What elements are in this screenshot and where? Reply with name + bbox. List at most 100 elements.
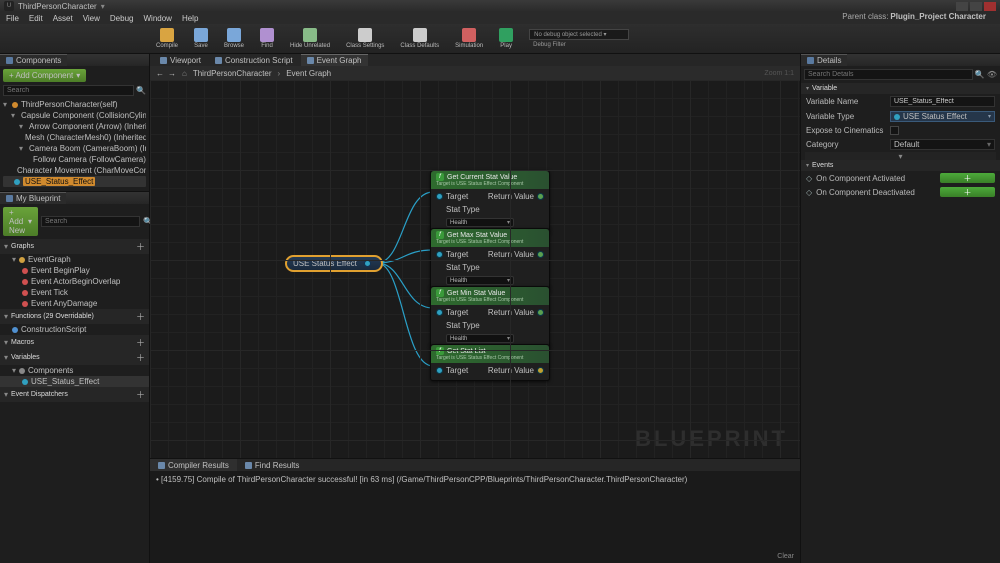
output-pin[interactable]: [537, 367, 544, 374]
output-pin[interactable]: [364, 260, 371, 267]
clear-button[interactable]: Clear: [777, 553, 794, 560]
output-pin[interactable]: [537, 251, 544, 258]
expose-cinematics-checkbox[interactable]: [890, 126, 899, 135]
add-event-button[interactable]: ＋: [940, 173, 995, 183]
menu-help[interactable]: Help: [182, 14, 198, 23]
compile-button[interactable]: Compile: [150, 27, 184, 50]
function-node[interactable]: Get Min Stat ValueTarget is USE Status E…: [430, 286, 550, 349]
function-node[interactable]: Get Stat ListTarget is USE Status Effect…: [430, 344, 550, 381]
search-icon[interactable]: 🔍: [975, 70, 985, 80]
bp-item[interactable]: Event AnyDamage: [0, 298, 149, 309]
mode-tab-construction-script[interactable]: Construction Script: [209, 54, 299, 66]
event-icon: ◇: [806, 188, 812, 197]
components-panel-tab[interactable]: Components: [0, 54, 149, 66]
menu-asset[interactable]: Asset: [53, 14, 73, 23]
output-pin[interactable]: [537, 309, 544, 316]
maximize-button[interactable]: [970, 2, 982, 11]
bp-item[interactable]: ▾Components: [0, 365, 149, 376]
menu-edit[interactable]: Edit: [29, 14, 43, 23]
expand-divider[interactable]: ▾: [805, 152, 996, 160]
breadcrumb-item[interactable]: Event Graph: [286, 69, 331, 78]
nav-back-button[interactable]: ←: [156, 69, 164, 78]
hide-unrelated-button[interactable]: Hide Unrelated: [284, 27, 336, 50]
enum-select[interactable]: Health: [446, 334, 514, 343]
chevron-down-icon: ▾: [28, 217, 32, 226]
output-pin[interactable]: [537, 193, 544, 200]
add-icon[interactable]: ＋: [136, 240, 145, 253]
variable-name-input[interactable]: [890, 96, 995, 107]
input-pin[interactable]: [436, 193, 443, 200]
nav-forward-button[interactable]: →: [168, 69, 176, 78]
enum-select[interactable]: Health: [446, 218, 514, 227]
component-tree-item[interactable]: ▾Capsule Component (CollisionCylinder) (…: [3, 110, 146, 121]
debug-object-select[interactable]: No debug object selected ▾: [529, 29, 629, 40]
menu-view[interactable]: View: [83, 14, 100, 23]
close-button[interactable]: [984, 2, 996, 11]
simulation-button[interactable]: Simulation: [449, 27, 489, 50]
bp-section-event[interactable]: ▾Event Dispatchers＋: [0, 387, 149, 402]
variable-type-select[interactable]: USE Status Effect: [890, 111, 995, 122]
details-category-variable[interactable]: Variable: [801, 83, 1000, 94]
component-tree-item[interactable]: USE_Status_Effect: [3, 176, 146, 187]
breadcrumb-item[interactable]: ThirdPersonCharacter: [193, 69, 272, 78]
my-blueprint-tab[interactable]: My Blueprint: [0, 192, 149, 204]
input-pin[interactable]: [436, 251, 443, 258]
save-button[interactable]: Save: [188, 27, 214, 50]
component-tree-item[interactable]: Character Movement (CharMoveComp) (Inher…: [3, 165, 146, 176]
results-tab-find-results[interactable]: Find Results: [237, 459, 307, 471]
component-tree-item[interactable]: Mesh (CharacterMesh0) (Inherited): [3, 132, 146, 143]
input-pin[interactable]: [436, 367, 443, 374]
search-icon[interactable]: 🔍: [136, 86, 146, 96]
find-button[interactable]: Find: [254, 27, 280, 50]
function-node[interactable]: Get Max Stat ValueTarget is USE Status E…: [430, 228, 550, 291]
component-tree-item[interactable]: ▾Arrow Component (Arrow) (Inherited): [3, 121, 146, 132]
details-panel-tab[interactable]: Details: [801, 54, 1000, 66]
bp-item[interactable]: ▾EventGraph: [0, 254, 149, 265]
function-node[interactable]: Get Current Stat ValueTarget is USE Stat…: [430, 170, 550, 233]
add-icon[interactable]: ＋: [136, 351, 145, 364]
bp-section-functions[interactable]: ▾Functions (29 Overridable)＋: [0, 309, 149, 324]
menu-window[interactable]: Window: [143, 14, 171, 23]
components-search-input[interactable]: [3, 85, 134, 96]
component-tree-item[interactable]: Follow Camera (FollowCamera) (Inherited): [3, 154, 146, 165]
menu-debug[interactable]: Debug: [110, 14, 134, 23]
bp-item[interactable]: USE_Status_Effect: [0, 376, 149, 387]
add-component-button[interactable]: + Add Component ▾: [3, 69, 86, 82]
details-search-input[interactable]: [804, 69, 973, 80]
blueprint-search-input[interactable]: [41, 216, 140, 227]
view-options-icon[interactable]: 👁: [987, 70, 997, 79]
variable-node[interactable]: USE Status Effect: [285, 255, 383, 272]
debug-filter-label: Debug Filter: [529, 41, 629, 49]
mode-tab-viewport[interactable]: Viewport: [154, 54, 207, 66]
component-tree-item[interactable]: ▾ThirdPersonCharacter(self): [3, 99, 146, 110]
browse-button[interactable]: Browse: [218, 27, 250, 50]
play-button[interactable]: Play: [493, 27, 519, 50]
component-tree-item[interactable]: ▾Camera Boom (CameraBoom) (Inherited): [3, 143, 146, 154]
home-icon[interactable]: ⌂: [182, 69, 187, 78]
mode-tab-event-graph[interactable]: Event Graph: [301, 54, 368, 66]
results-tab-compiler-results[interactable]: Compiler Results: [150, 459, 237, 471]
parent-class-link[interactable]: Parent class: Plugin_Project Character: [842, 12, 986, 21]
add-icon[interactable]: ＋: [136, 388, 145, 401]
class-settings-button[interactable]: Class Settings: [340, 27, 390, 50]
add-new-button[interactable]: + Add New ▾: [3, 207, 38, 236]
minimize-button[interactable]: [956, 2, 968, 11]
input-pin[interactable]: [436, 309, 443, 316]
bp-section-graphs[interactable]: ▾Graphs＋: [0, 239, 149, 254]
bp-section-macros[interactable]: ▾Macros＋: [0, 335, 149, 350]
category-select[interactable]: Default▾: [890, 139, 995, 150]
bp-item[interactable]: Event BeginPlay: [0, 265, 149, 276]
event-graph-canvas[interactable]: BLUEPRINT USE Status EffectGet Current S…: [150, 80, 800, 458]
enum-select[interactable]: Health: [446, 276, 514, 285]
titlebar: ThirdPersonCharacter ▾: [0, 0, 1000, 12]
add-icon[interactable]: ＋: [136, 336, 145, 349]
bp-item[interactable]: Event ActorBeginOverlap: [0, 276, 149, 287]
menu-file[interactable]: File: [6, 14, 19, 23]
bp-item[interactable]: ConstructionScript: [0, 324, 149, 335]
class-defaults-button[interactable]: Class Defaults: [394, 27, 445, 50]
add-icon[interactable]: ＋: [136, 310, 145, 323]
add-event-button[interactable]: ＋: [940, 187, 995, 197]
bp-section-variables[interactable]: ▾Variables＋: [0, 350, 149, 365]
bp-item[interactable]: Event Tick: [0, 287, 149, 298]
details-category-events[interactable]: Events: [801, 160, 1000, 171]
